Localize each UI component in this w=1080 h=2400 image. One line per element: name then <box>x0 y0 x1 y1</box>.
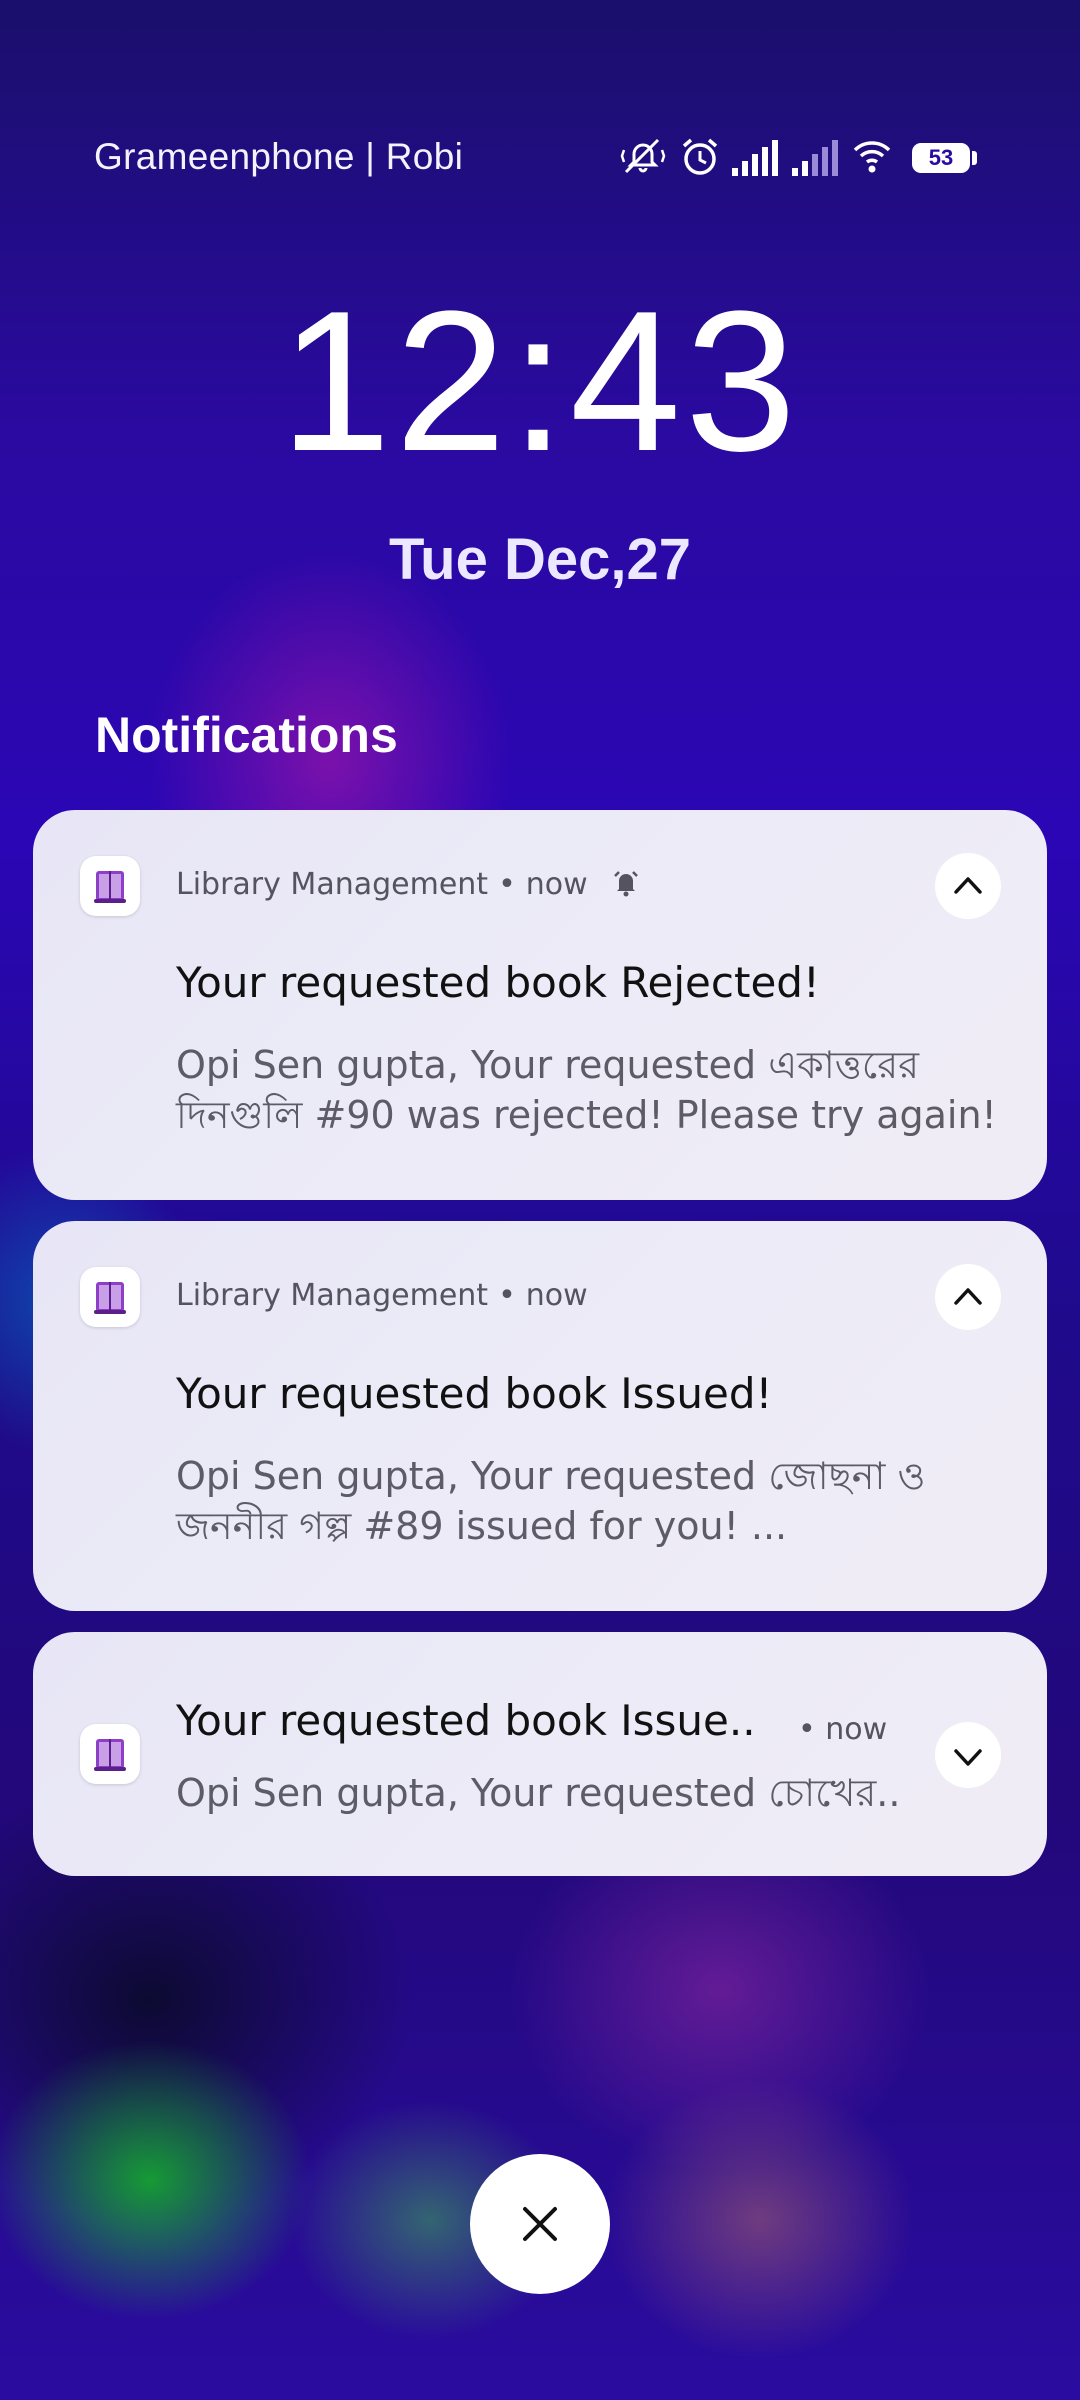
notifications-heading: Notifications <box>95 707 398 763</box>
notification-time: now <box>525 867 588 902</box>
notification-title: Your requested book Rejected! <box>176 958 820 1007</box>
notification-title: Your requested book Issued! <box>176 1369 773 1418</box>
chevron-down-icon <box>954 1749 982 1766</box>
notification-body: Opi Sen gupta, Your requested জোছনা ও জন… <box>176 1454 926 1548</box>
notification-meta: Library Management • now <box>176 867 641 906</box>
library-app-icon <box>80 1724 140 1784</box>
close-icon <box>523 2207 557 2241</box>
library-app-icon <box>80 856 140 916</box>
app-name: Library Management <box>176 867 489 902</box>
notification-time: • now <box>798 1712 888 1747</box>
app-name: Library Management <box>176 1278 489 1313</box>
notification-card[interactable]: Library Management • now Your requested bo… <box>33 1221 1047 1611</box>
lockscreen-date: Tue Dec,27 <box>389 527 691 592</box>
status-bar: Grameenphone | Robi 53 <box>0 0 1080 200</box>
notification-card[interactable]: Library Management • now Your requested bo… <box>33 810 1047 1200</box>
signal-sim1-icon <box>732 140 778 176</box>
bell-icon <box>611 868 641 906</box>
library-app-icon <box>80 1267 140 1327</box>
signal-sim2-icon <box>792 140 838 176</box>
expand-button[interactable] <box>935 1722 1001 1788</box>
collapse-button[interactable] <box>935 853 1001 919</box>
carrier-name: Grameenphone | Robi <box>94 136 464 177</box>
notification-time: now <box>525 1278 588 1313</box>
collapse-button[interactable] <box>935 1264 1001 1330</box>
clear-all-button[interactable] <box>470 2154 610 2294</box>
notification-meta: Library Management • now <box>176 1278 588 1313</box>
battery-icon: 53 <box>912 143 970 173</box>
chevron-up-icon <box>954 877 982 894</box>
notification-card[interactable]: Your requested book Issue.. • now Opi Se… <box>33 1632 1047 1876</box>
wifi-icon <box>853 141 891 173</box>
alarm-icon <box>682 138 718 175</box>
notification-title: Your requested book Issue.. <box>176 1696 756 1745</box>
battery-tip <box>972 151 977 165</box>
notification-body: Opi Sen gupta, Your requested একাত্তরের … <box>176 1043 997 1137</box>
chevron-up-icon <box>954 1288 982 1305</box>
mute-vibrate-icon <box>620 138 666 174</box>
notification-body: Opi Sen gupta, Your requested চোখের.. <box>176 1771 901 1815</box>
lockscreen-clock: 12:43 <box>279 270 801 493</box>
